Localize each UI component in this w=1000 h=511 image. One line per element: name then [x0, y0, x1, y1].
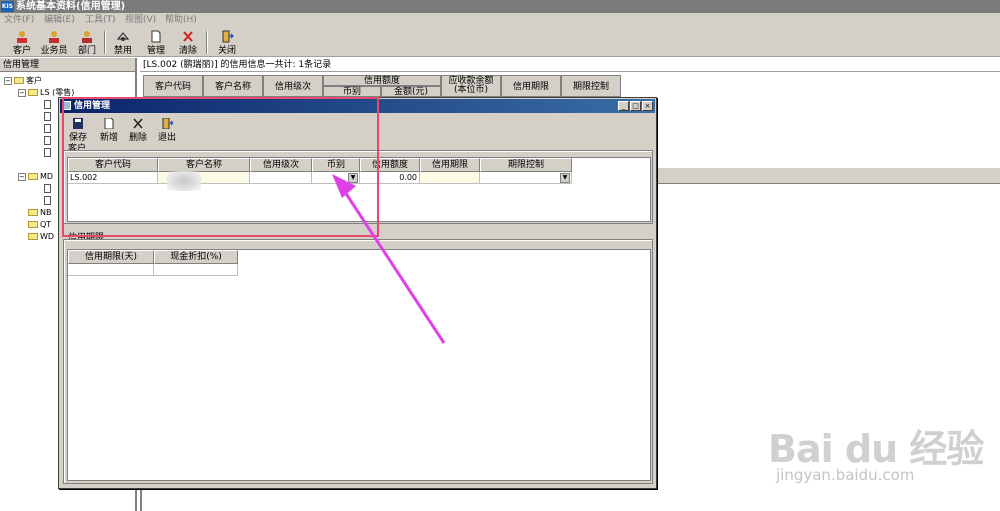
customer-icon — [17, 31, 27, 43]
col-header-customer-code[interactable]: 客户代码 — [143, 75, 203, 97]
col-header-cash-discount[interactable]: 现金折扣(%) — [154, 250, 238, 264]
tree-node-customer[interactable]: − 客户 — [4, 76, 42, 86]
customer-button[interactable]: 客户 — [9, 29, 35, 56]
collapse-icon[interactable]: − — [4, 76, 12, 85]
col-header-currency[interactable]: 币别 — [323, 86, 381, 97]
folder-icon — [28, 209, 38, 216]
document-icon — [44, 100, 51, 109]
menu-tools[interactable]: 工具(T) — [85, 14, 116, 27]
col-header-period-control[interactable]: 期限控制 — [561, 75, 621, 97]
disable-button[interactable]: 禁用 — [110, 29, 136, 56]
tree-node-item[interactable] — [44, 136, 53, 146]
tree-node-item[interactable] — [44, 196, 53, 206]
document-icon — [44, 148, 51, 157]
folder-icon — [28, 173, 38, 180]
clear-icon — [183, 31, 193, 42]
col-header-credit-level[interactable]: 信用级次 — [263, 75, 323, 97]
collapse-icon[interactable]: − — [18, 172, 26, 181]
main-toolbar: 客户 业务员 部门 禁用 管理 清除 关闭 — [0, 28, 1000, 57]
tree-node-item[interactable] — [44, 148, 53, 158]
folder-icon — [14, 77, 24, 84]
tree-node-item[interactable] — [44, 124, 53, 134]
col-header-credit-period[interactable]: 信用期限 — [501, 75, 561, 97]
col-header-period-control[interactable]: 期限控制 — [480, 158, 572, 172]
menu-view[interactable]: 视图(V) — [125, 14, 156, 27]
dialog-close-button[interactable]: × — [642, 101, 653, 111]
document-icon — [44, 196, 51, 205]
document-icon — [44, 184, 51, 193]
menu-help[interactable]: 帮助(H) — [165, 14, 197, 27]
toolbar-separator — [206, 31, 208, 54]
period-control-select[interactable]: ▼ — [480, 172, 572, 184]
tree-node-nb[interactable]: NB — [28, 208, 51, 218]
tree-node-md[interactable]: − MD — [18, 172, 53, 182]
tree-node-item[interactable] — [44, 112, 53, 122]
document-icon — [151, 30, 161, 43]
watermark-url-text: jingyan.baidu.com — [776, 466, 915, 484]
document-icon — [44, 112, 51, 121]
department-button[interactable]: 部门 — [74, 29, 100, 56]
toolbar-separator — [104, 31, 106, 54]
maximize-button[interactable]: □ — [630, 101, 641, 111]
folder-icon — [28, 221, 38, 228]
disable-icon — [116, 32, 130, 41]
col-header-credit-limit[interactable]: 信用额度 — [323, 75, 441, 86]
document-icon — [44, 124, 51, 133]
col-header-credit-days[interactable]: 信用期限(天) — [68, 250, 154, 264]
cell-credit-days[interactable] — [68, 264, 154, 276]
minimize-button[interactable]: _ — [618, 101, 629, 111]
menu-bar: 文件(F) 编辑(E) 工具(T) 视图(V) 帮助(H) — [0, 13, 1000, 28]
credit-grid-header: 客户代码 客户名称 信用级次 信用额度 币别 金额(元) 应收款余额 (本位币)… — [143, 75, 623, 97]
document-icon — [44, 136, 51, 145]
collapse-icon[interactable]: − — [18, 88, 26, 97]
menu-file[interactable]: 文件(F) — [4, 14, 34, 27]
col-header-amount[interactable]: 金额(元) — [381, 86, 441, 97]
baidu-watermark: Bai du 经验 jingyan.baidu.com — [760, 408, 990, 498]
credit-period-grid: 信用期限(天) 现金折扣(%) — [67, 249, 651, 481]
close-button[interactable]: 关闭 — [214, 29, 240, 56]
tree-panel-header: 信用管理 — [0, 58, 135, 72]
record-info-bar: [LS.002 (鹏瑞丽)] 的信用信息一共计: 1条记录 — [140, 58, 1000, 72]
tree-node-item[interactable] — [44, 100, 53, 110]
dropdown-arrow-icon[interactable]: ▼ — [560, 173, 570, 183]
col-header-customer-name[interactable]: 客户名称 — [203, 75, 263, 97]
menu-edit[interactable]: 编辑(E) — [44, 14, 75, 27]
salesman-button[interactable]: 业务员 — [38, 29, 70, 56]
cell-cash-discount[interactable] — [154, 264, 238, 276]
col-header-base-currency: (本位币) — [441, 86, 501, 97]
col-header-credit-period[interactable]: 信用期限 — [420, 158, 480, 172]
watermark-main-text: Bai du 经验 — [768, 427, 984, 471]
manage-button[interactable]: 管理 — [143, 29, 169, 56]
window-title: 系统基本资料(信用管理) — [16, 1, 126, 12]
app-logo-icon: KIS — [1, 1, 14, 12]
clear-button[interactable]: 清除 — [175, 29, 201, 56]
tree-node-item[interactable] — [44, 184, 53, 194]
cell-credit-period[interactable] — [420, 172, 480, 184]
folder-icon — [28, 233, 38, 240]
tree-node-wd[interactable]: WD — [28, 232, 54, 242]
exit-door-icon — [222, 30, 234, 43]
folder-icon — [28, 89, 38, 96]
highlight-box — [62, 97, 379, 237]
tree-node-qt[interactable]: QT — [28, 220, 51, 230]
window-title-bar: 系统基本资料(信用管理) — [0, 0, 1000, 13]
department-icon — [82, 31, 92, 43]
salesman-icon — [49, 31, 59, 43]
